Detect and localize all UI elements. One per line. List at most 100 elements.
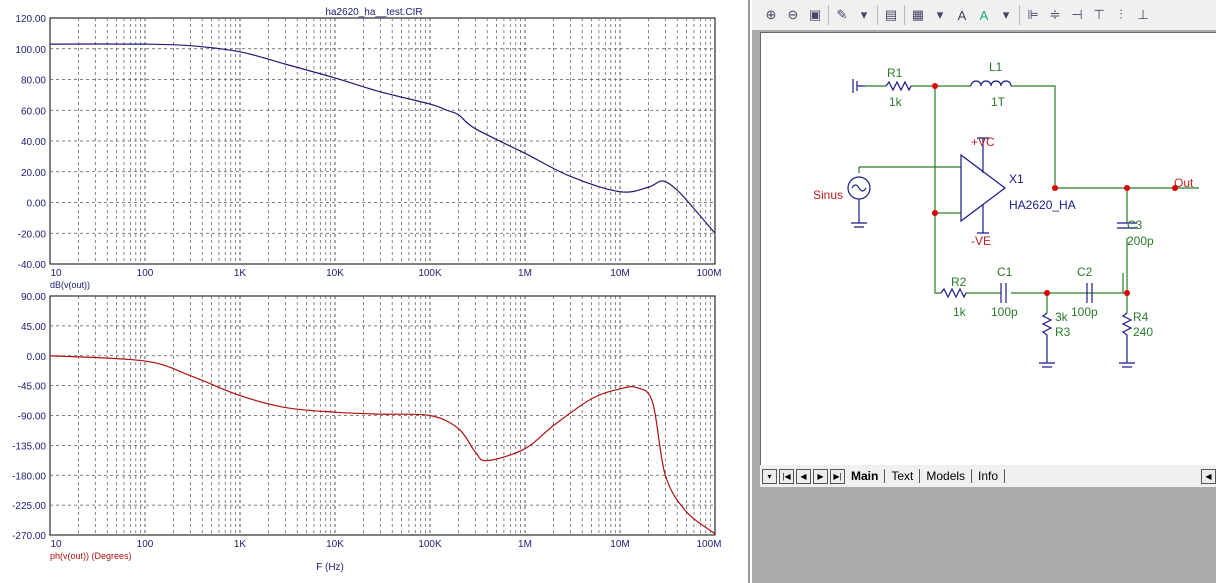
align-bottom-icon[interactable]: ⊥ — [1134, 6, 1152, 24]
zoom-out-icon[interactable]: ⊖ — [784, 6, 802, 24]
r4-value: 240 — [1133, 325, 1153, 339]
y-tick-label: 20.00 — [21, 168, 46, 179]
zoom-in-icon[interactable]: ⊕ — [762, 6, 780, 24]
snapshot-icon[interactable]: ▤ — [882, 6, 900, 24]
l1-value: 1T — [991, 95, 1006, 109]
align-middle-icon[interactable]: ⫶ — [1112, 6, 1130, 24]
r2-value: 1k — [953, 305, 967, 319]
x1-label: X1 — [1009, 172, 1024, 186]
x-tick-label: 100 — [137, 539, 154, 550]
y-tick-label: 40.00 — [21, 137, 46, 148]
resistor-r1 — [885, 80, 912, 92]
separator — [1019, 5, 1020, 25]
dropdown-icon[interactable]: ▾ — [931, 6, 949, 24]
zoom-100-icon[interactable]: ▣ — [806, 6, 824, 24]
y-tick-label: 90.00 — [21, 292, 46, 303]
y-tick-label: -45.00 — [18, 382, 47, 393]
y-tick-label: 0.00 — [27, 199, 47, 210]
align-top-icon[interactable]: ⊤ — [1090, 6, 1108, 24]
c2-label: C2 — [1077, 265, 1093, 279]
schematic-canvas[interactable]: R1 1k L1 1T C3 200p R2 1k C1 100p C2 100… — [760, 32, 1216, 466]
x-tick-label: 10M — [610, 268, 629, 279]
plot-window: ha2620_ha__test.CIR 120.00 100.00 80.00 60.0… — [0, 0, 750, 583]
x1-value: HA2620_HA — [1009, 198, 1076, 212]
bode-plot: ha2620_ha__test.CIR120.00100.0080.0060.0… — [12, 7, 721, 573]
y-tick-label: 0.00 — [27, 352, 47, 363]
y-tick-label: -180.00 — [12, 471, 46, 482]
toolbar: ⊕ ⊖ ▣ ✎ ▾ ▤ ▦ ▾ A A ▾ ⊫ ≑ ⊣ ⊤ ⫶ ⊥ — [752, 0, 1216, 30]
tab-info[interactable]: Info — [972, 469, 1006, 483]
x-tick-label: 10K — [326, 539, 344, 550]
separator — [904, 5, 905, 25]
font-icon[interactable]: A — [953, 6, 971, 24]
x-tick-label: 100M — [696, 268, 721, 279]
y-tick-label: 100.00 — [15, 45, 46, 56]
vc-label: +VC — [971, 135, 995, 149]
wire-icon[interactable]: ✎ — [833, 6, 851, 24]
x-tick-label: 100M — [696, 539, 721, 550]
sheet-tabs: ▾ |◀ ◀ ▶ ▶| Main Text Models Info ◀ — [760, 465, 1216, 487]
plot-title: ha2620_ha__test.CIR — [325, 7, 422, 18]
y-tick-label: -90.00 — [18, 412, 47, 423]
y-tick-label: 60.00 — [21, 106, 46, 117]
r3-label: R3 — [1055, 325, 1071, 339]
y-axis-label: dB(v(out)) — [50, 280, 90, 290]
x-tick-label: 100 — [137, 268, 154, 279]
scroll-left-button[interactable]: ◀ — [1201, 468, 1216, 484]
dropdown-icon[interactable]: ▾ — [997, 6, 1015, 24]
r2-label: R2 — [951, 275, 967, 289]
y-tick-label: -20.00 — [18, 229, 47, 240]
y-tick-label: -225.00 — [12, 501, 46, 512]
c1-value: 100p — [991, 305, 1018, 319]
c3-value: 200p — [1127, 234, 1154, 248]
tab-models[interactable]: Models — [920, 469, 973, 483]
y-tick-label: -40.00 — [18, 260, 47, 271]
align-left-icon[interactable]: ⊫ — [1024, 6, 1042, 24]
c2-value: 100p — [1071, 305, 1098, 319]
empty-area — [752, 490, 1216, 583]
y-tick-label: -270.00 — [12, 531, 46, 542]
x-tick-label: 1M — [518, 268, 532, 279]
x-tick-label: 10 — [50, 268, 62, 279]
out-label: Out — [1174, 176, 1194, 190]
sinus-label: Sinus — [813, 188, 843, 202]
text-color-icon[interactable]: A — [975, 6, 993, 24]
x-tick-label: 1M — [518, 539, 532, 550]
x-tick-label: 10 — [50, 539, 62, 550]
x-tick-label: 100K — [418, 268, 442, 279]
c1-label: C1 — [997, 265, 1013, 279]
ve-label: -VE — [971, 234, 991, 248]
dropdown-icon[interactable]: ▾ — [855, 6, 873, 24]
components — [847, 79, 1137, 368]
r1-label: R1 — [887, 66, 903, 80]
x-tick-label: 100K — [418, 539, 442, 550]
tab-main[interactable]: Main — [845, 469, 886, 483]
x-axis-label: F (Hz) — [316, 562, 344, 573]
prev-sheet-button[interactable]: ◀ — [796, 468, 811, 484]
schematic-panel: ⊕ ⊖ ▣ ✎ ▾ ▤ ▦ ▾ A A ▾ ⊫ ≑ ⊣ ⊤ ⫶ ⊥ R1 1k — [752, 0, 1216, 583]
inductor-l1 — [970, 80, 1012, 87]
first-sheet-button[interactable]: |◀ — [779, 468, 794, 484]
r1-value: 1k — [889, 95, 903, 109]
menu-dropdown-button[interactable]: ▾ — [762, 468, 777, 484]
c3-label: C3 — [1127, 218, 1143, 232]
last-sheet-button[interactable]: ▶| — [830, 468, 845, 484]
r3-value: 3k — [1055, 310, 1069, 324]
separator — [877, 5, 878, 25]
y-tick-label: 45.00 — [21, 322, 46, 333]
next-sheet-button[interactable]: ▶ — [813, 468, 828, 484]
x-tick-label: 1K — [234, 539, 247, 550]
l1-label: L1 — [989, 60, 1003, 74]
separator — [828, 5, 829, 25]
r4-label: R4 — [1133, 310, 1149, 324]
x-tick-label: 1K — [234, 268, 247, 279]
x-tick-label: 10K — [326, 268, 344, 279]
grid-icon[interactable]: ▦ — [909, 6, 927, 24]
align-center-icon[interactable]: ≑ — [1046, 6, 1064, 24]
align-right-icon[interactable]: ⊣ — [1068, 6, 1086, 24]
tab-text[interactable]: Text — [885, 469, 921, 483]
y-axis-label: ph(v(out)) (Degrees) — [50, 551, 132, 561]
phase-curve — [49, 355, 716, 535]
y-tick-label: 80.00 — [21, 76, 46, 87]
magnitude-curve — [49, 43, 716, 234]
